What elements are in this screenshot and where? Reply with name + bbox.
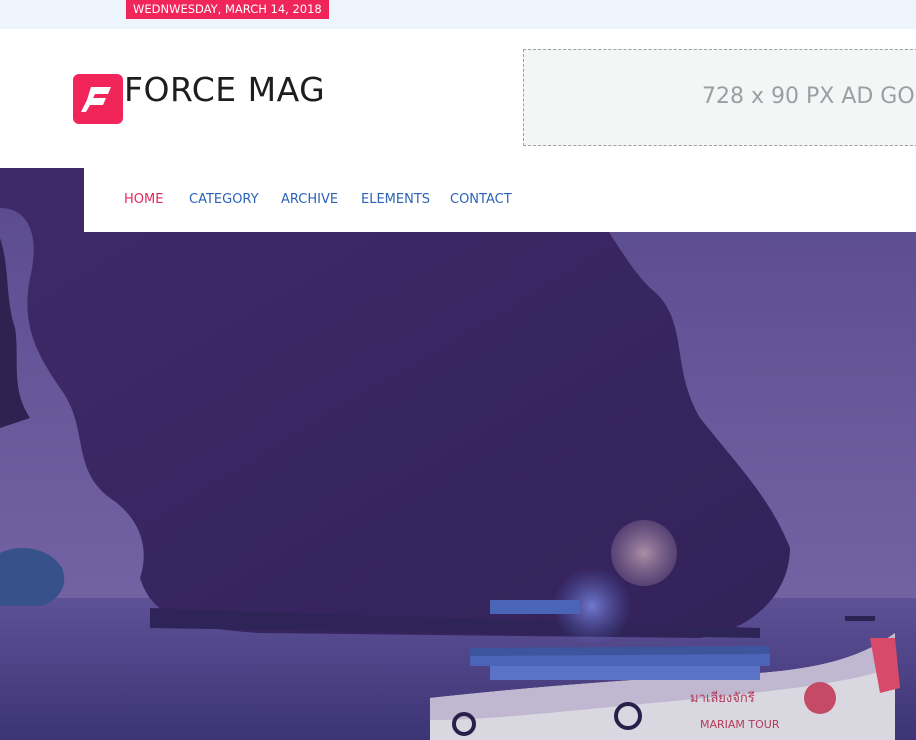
nav-item-home[interactable]: HOME — [124, 192, 163, 207]
site-header: FORCE MAG 728 x 90 PX AD GOES HERE — [0, 29, 916, 168]
date-badge: WEDNWESDAY, MARCH 14, 2018 — [126, 0, 329, 19]
nav-item-category[interactable]: CATEGORY — [189, 192, 259, 207]
hero-image[interactable]: มาเลียงจักรี MARIAM TOUR — [0, 168, 916, 740]
hero-scene: มาเลียงจักรี MARIAM TOUR — [0, 168, 916, 740]
top-bar: WEDNWESDAY, MARCH 14, 2018 — [0, 0, 916, 29]
nav-item-archive[interactable]: ARCHIVE — [281, 192, 338, 207]
main-navigation: HOME CATEGORY ARCHIVE ELEMENTS CONTACT — [84, 168, 916, 232]
boat-label-latin: MARIAM TOUR — [700, 718, 780, 731]
logo-icon[interactable] — [73, 74, 123, 124]
ad-banner[interactable]: 728 x 90 PX AD GOES HERE — [523, 49, 916, 146]
site-logo-text[interactable]: FORCE MAG — [124, 69, 325, 111]
boat-label-thai: มาเลียงจักรี — [690, 690, 755, 706]
ad-banner-label: 728 x 90 PX AD GOES HERE — [702, 84, 916, 109]
nav-item-contact[interactable]: CONTACT — [450, 192, 512, 207]
nav-item-elements[interactable]: ELEMENTS — [361, 192, 430, 207]
